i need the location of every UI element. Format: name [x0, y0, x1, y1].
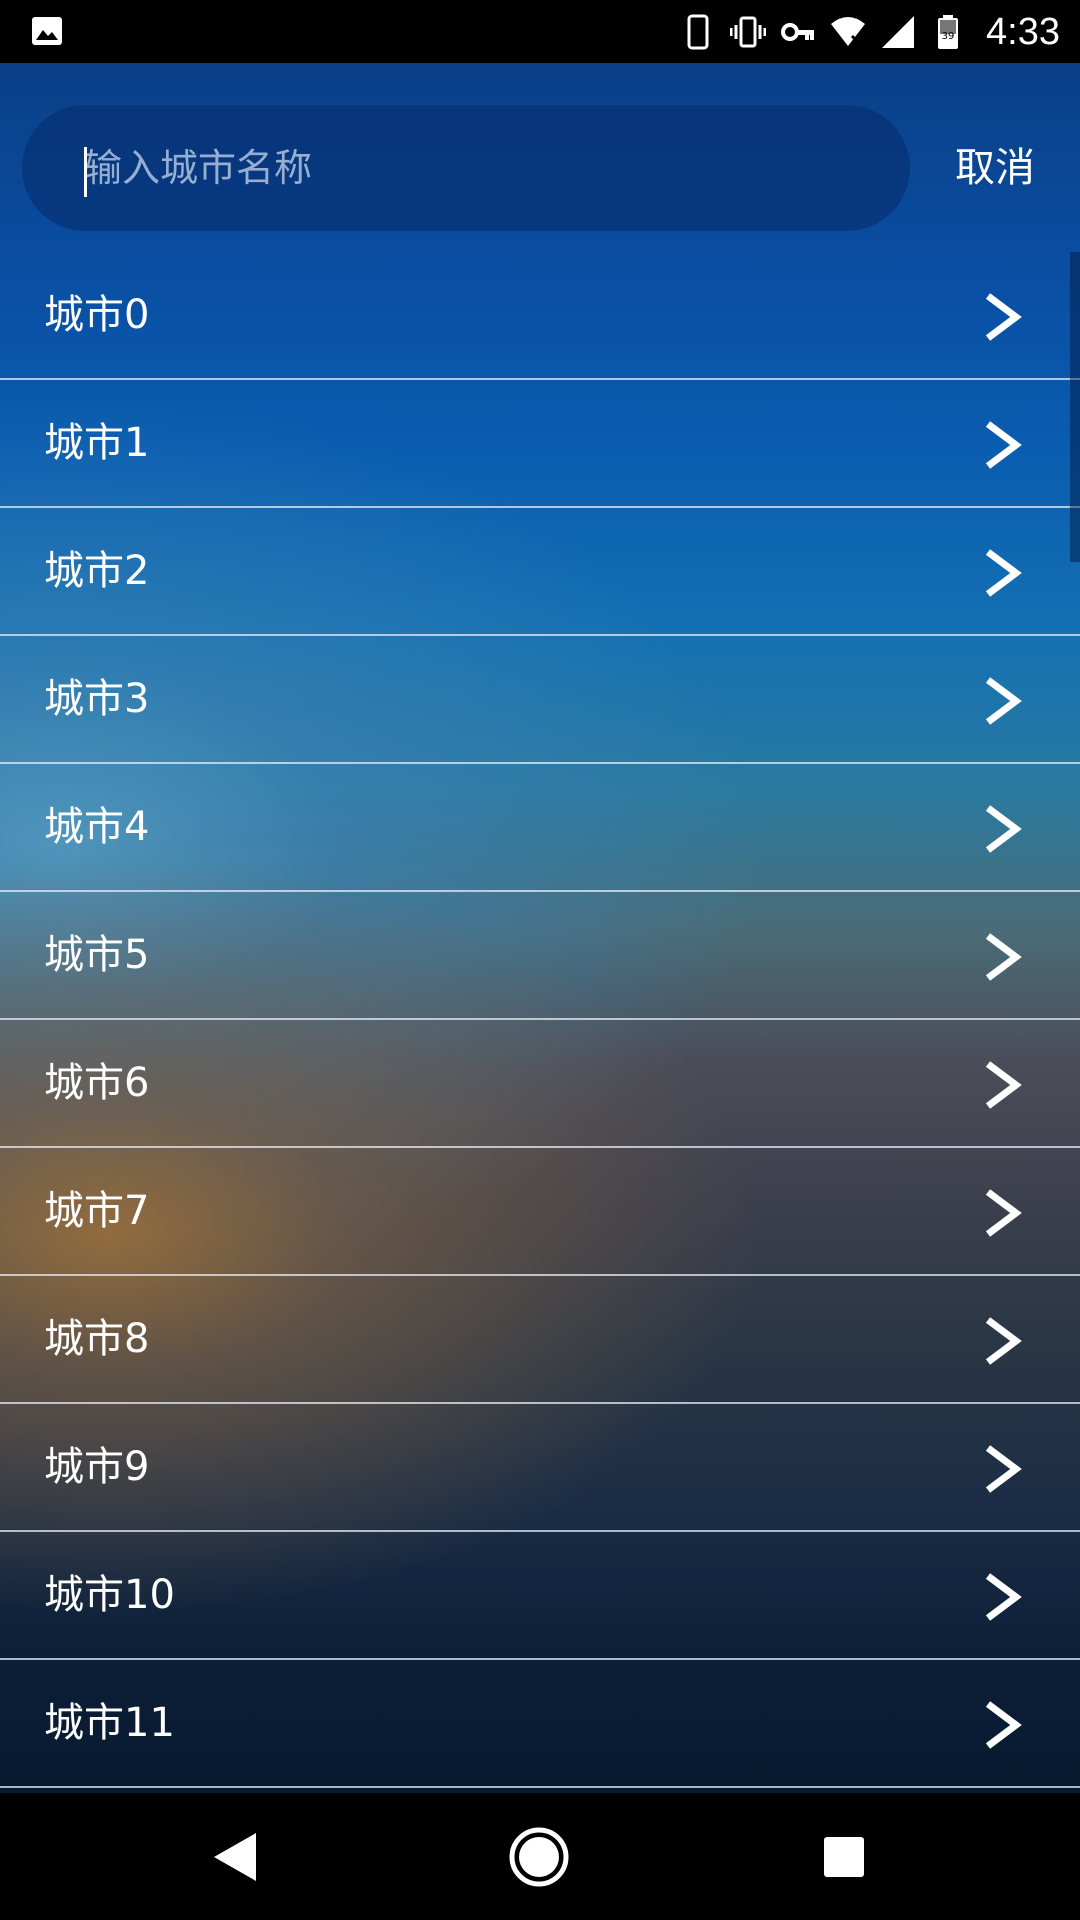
- chevron-right-icon: [985, 421, 1022, 469]
- svg-text:39: 39: [942, 31, 955, 42]
- chevron-right-icon: [985, 933, 1022, 981]
- city-label: 城市3: [44, 676, 150, 722]
- city-list-item[interactable]: 城市10: [0, 1532, 1080, 1660]
- city-list: 城市0 城市1 城市2 城市3 城市4 城市5 城市6 城市7 城市8 城市9 …: [0, 252, 1080, 1788]
- clock-time: 4:33: [986, 10, 1060, 53]
- city-label: 城市7: [44, 1188, 150, 1234]
- search-box[interactable]: [22, 105, 910, 231]
- wifi-icon: [831, 17, 866, 48]
- city-list-item[interactable]: 城市4: [0, 764, 1080, 892]
- city-label: 城市6: [44, 1060, 150, 1106]
- vibrate-icon: [730, 16, 767, 48]
- city-label: 城市8: [44, 1316, 150, 1362]
- city-search-input[interactable]: [84, 105, 884, 231]
- city-list-item[interactable]: 城市9: [0, 1404, 1080, 1532]
- navigation-bar: [0, 1793, 1080, 1920]
- city-list-item[interactable]: 城市11: [0, 1660, 1080, 1788]
- city-list-item[interactable]: 城市8: [0, 1276, 1080, 1404]
- vpn-key-icon: [781, 23, 815, 41]
- city-label: 城市2: [44, 548, 150, 594]
- home-icon[interactable]: [503, 1821, 575, 1893]
- chevron-right-icon: [985, 1061, 1022, 1109]
- chevron-right-icon: [985, 805, 1022, 853]
- chevron-right-icon: [985, 1573, 1022, 1621]
- city-list-item[interactable]: 城市6: [0, 1020, 1080, 1148]
- status-icons: 39 4:33: [680, 8, 1060, 56]
- chevron-right-icon: [985, 1701, 1022, 1749]
- city-label: 城市5: [44, 932, 150, 978]
- image-icon: [32, 17, 62, 45]
- chevron-right-icon: [985, 1445, 1022, 1493]
- phone-icon: [687, 14, 709, 50]
- city-label: 城市11: [44, 1700, 175, 1746]
- city-label: 城市0: [44, 292, 150, 338]
- cancel-button[interactable]: 取消: [930, 105, 1060, 231]
- signal-icon: [882, 16, 915, 48]
- chevron-right-icon: [985, 549, 1022, 597]
- text-caret: [84, 147, 87, 197]
- city-search-panel: 取消 城市0 城市1 城市2 城市3 城市4 城: [0, 63, 1080, 1793]
- city-label: 城市1: [44, 420, 150, 466]
- chevron-right-icon: [985, 1317, 1022, 1365]
- battery-icon: 39: [938, 15, 959, 49]
- city-list-item[interactable]: 城市7: [0, 1148, 1080, 1276]
- chevron-right-icon: [985, 293, 1022, 341]
- city-label: 城市4: [44, 804, 150, 850]
- chevron-right-icon: [985, 1189, 1022, 1237]
- city-list-item[interactable]: 城市0: [0, 252, 1080, 380]
- city-list-item[interactable]: 城市1: [0, 380, 1080, 508]
- chevron-right-icon: [985, 677, 1022, 725]
- city-list-item[interactable]: 城市5: [0, 892, 1080, 1020]
- recents-icon[interactable]: [808, 1821, 880, 1893]
- city-list-item[interactable]: 城市2: [0, 508, 1080, 636]
- screen: 39 4:33 取消 城市0 城市1 城市2 城市3: [0, 0, 1080, 1920]
- city-label: 城市9: [44, 1444, 150, 1490]
- city-label: 城市10: [44, 1572, 175, 1618]
- city-list-item[interactable]: 城市3: [0, 636, 1080, 764]
- list-scrollbar[interactable]: [1070, 252, 1080, 562]
- status-bar: 39 4:33: [0, 0, 1080, 63]
- back-icon[interactable]: [200, 1821, 272, 1893]
